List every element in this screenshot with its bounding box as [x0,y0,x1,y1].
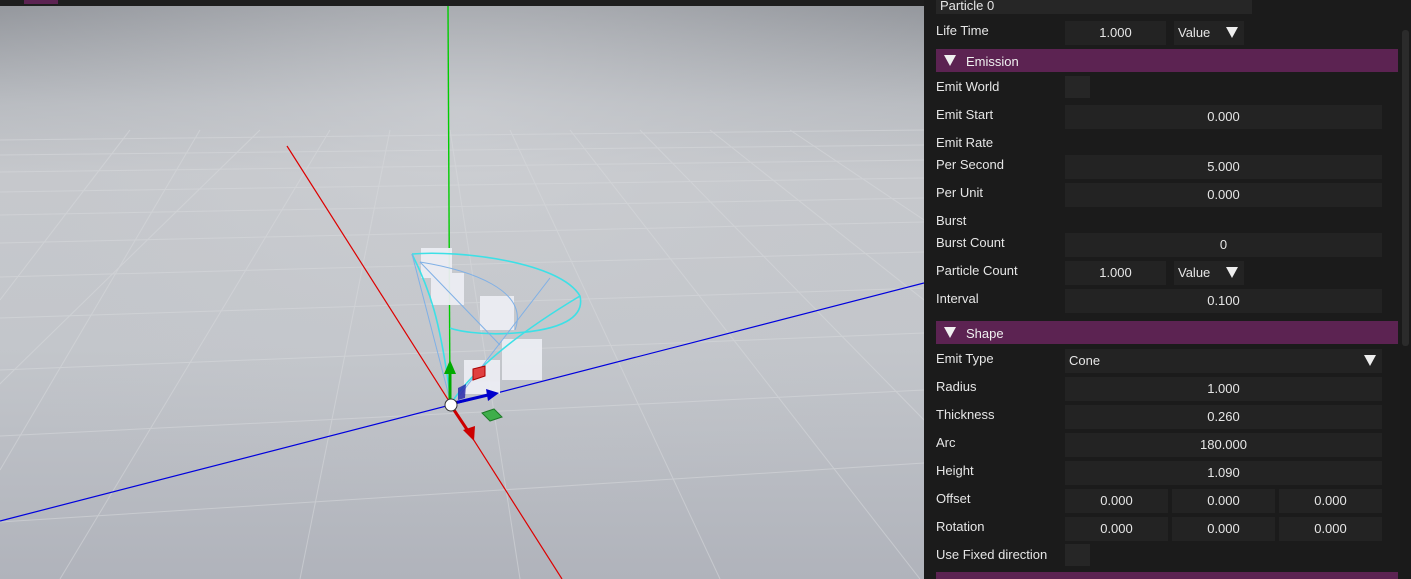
emit-type-dropdown[interactable]: Cone [1065,349,1382,373]
emit-rate-label: Emit Rate [936,135,994,150]
thickness-label: Thickness [936,407,995,422]
emit-type-label: Emit Type [936,351,994,366]
particle-count-mode-dropdown[interactable]: Value [1174,261,1244,285]
inspector-scrollbar[interactable] [1400,30,1411,579]
particle-count-label: Particle Count [936,263,1018,278]
per-unit-field[interactable]: 0.000 [1065,183,1382,207]
particle-name-field[interactable]: Particle 0 [936,0,1252,14]
rotation-z-field[interactable]: 0.000 [1279,517,1382,541]
use-fixed-direction-checkbox[interactable] [1065,544,1090,566]
emit-start-field[interactable]: 0.000 [1065,105,1382,129]
rotation-x-field[interactable]: 0.000 [1065,517,1168,541]
radius-field[interactable]: 1.000 [1065,377,1382,401]
rotation-label: Rotation [936,519,985,534]
life-time-label: Life Time [936,23,989,38]
height-label: Height [936,463,974,478]
rotation-y-field[interactable]: 0.000 [1172,517,1275,541]
viewport-canvas [0,0,924,579]
chevron-down-icon [1226,27,1238,38]
toolbar-active-tab[interactable] [24,0,58,4]
offset-z-field[interactable]: 0.000 [1279,489,1382,513]
height-field[interactable]: 1.090 [1065,461,1382,485]
interval-label: Interval [936,291,979,306]
emit-world-label: Emit World [936,79,1000,94]
emission-section-title: Emission [966,54,1019,69]
offset-x-field[interactable]: 0.000 [1065,489,1168,513]
offset-y-field[interactable]: 0.000 [1172,489,1275,513]
viewport-toolbar [0,0,924,6]
collapse-triangle-icon [944,327,956,338]
burst-count-field[interactable]: 0 [1065,233,1382,257]
life-time-mode-value: Value [1178,25,1211,40]
collapse-triangle-icon [944,55,956,66]
shape-section-title: Shape [966,326,1004,341]
offset-label: Offset [936,491,971,506]
per-unit-label: Per Unit [936,185,983,200]
burst-count-label: Burst Count [936,235,1005,250]
particle-count-mode-value: Value [1178,265,1211,280]
arc-field[interactable]: 180.000 [1065,433,1382,457]
chevron-down-icon [1226,267,1238,278]
radius-label: Radius [936,379,977,394]
interval-field[interactable]: 0.100 [1065,289,1382,313]
next-section-header[interactable] [936,572,1398,579]
per-second-field[interactable]: 5.000 [1065,155,1382,179]
life-time-mode-dropdown[interactable]: Value [1174,21,1244,45]
scene-viewport[interactable] [0,0,924,579]
scrollbar-thumb[interactable] [1402,30,1409,346]
shape-section-header[interactable]: Shape [936,321,1398,344]
burst-label: Burst [936,213,967,228]
emit-start-label: Emit Start [936,107,994,122]
emit-type-value: Cone [1069,353,1101,368]
thickness-field[interactable]: 0.260 [1065,405,1382,429]
particle-count-field[interactable]: 1.000 [1065,261,1166,285]
emission-section-header[interactable]: Emission [936,49,1398,72]
chevron-down-icon [1364,355,1376,366]
per-second-label: Per Second [936,157,1004,172]
use-fixed-direction-label: Use Fixed direction [936,547,1048,562]
emit-world-checkbox[interactable] [1065,76,1090,98]
life-time-field[interactable]: 1.000 [1065,21,1166,45]
arc-label: Arc [936,435,956,450]
